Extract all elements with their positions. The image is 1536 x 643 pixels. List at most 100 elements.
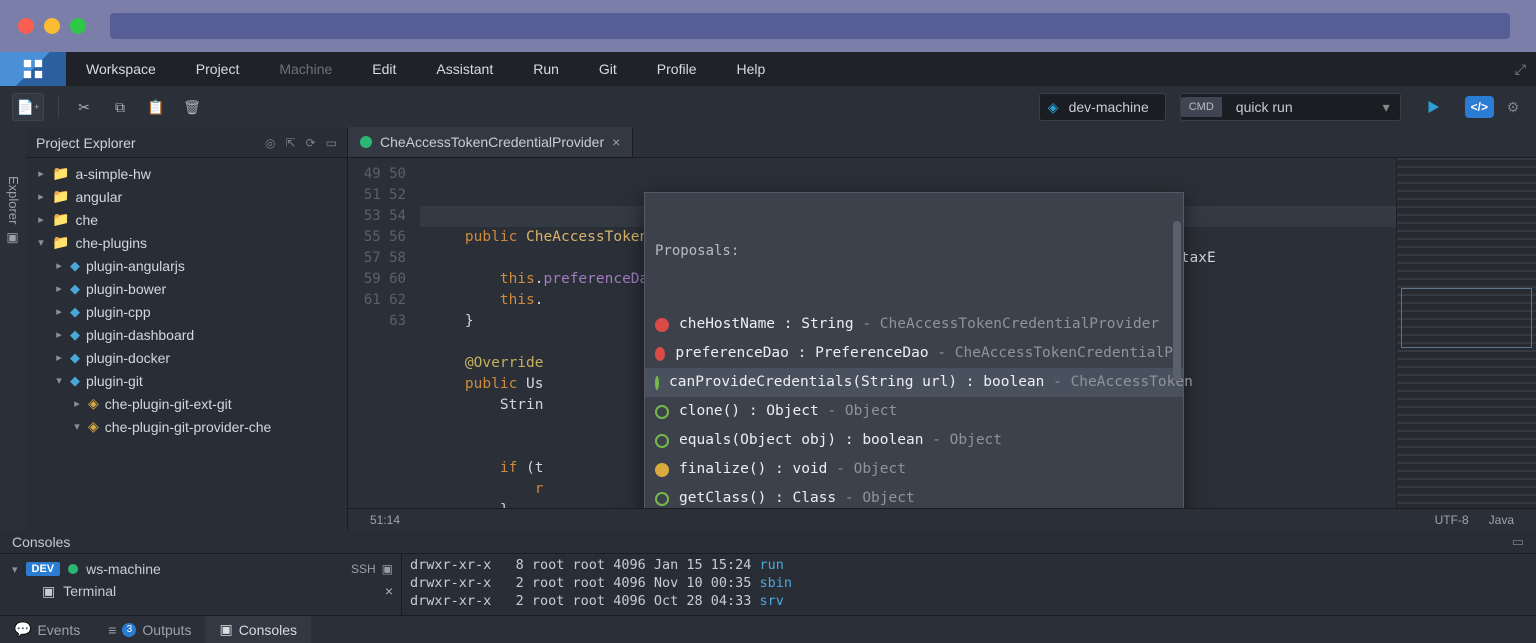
tab-events[interactable]: 💬 Events [0,616,94,643]
minimap[interactable] [1396,158,1536,508]
chevron-icon: ▾ [54,374,64,387]
code-toggle-button[interactable]: </> [1465,96,1494,118]
consoles-tree[interactable]: ▾ DEV ws-machine SSH▣ ▣ Terminal × [0,554,402,615]
tree-item[interactable]: ▸◆plugin-dashboard [26,323,347,346]
editor-tab-label: CheAccessTokenCredentialProvider [380,134,604,150]
minimap-viewport[interactable] [1401,288,1532,348]
menu-edit[interactable]: Edit [352,61,416,77]
tree-item[interactable]: ▸◆plugin-docker [26,346,347,369]
close-window-icon[interactable] [18,18,34,34]
tab-outputs[interactable]: ≡3Outputs [94,616,205,643]
titlebar-field [110,13,1510,39]
ssh-label[interactable]: SSH [351,562,376,576]
chevron-icon: ▸ [36,213,46,226]
copy-icon[interactable]: ⧉ [109,96,131,118]
tree-item[interactable]: ▸◆plugin-bower [26,277,347,300]
close-terminal-icon[interactable]: × [385,583,393,599]
project-explorer-header: Project Explorer ◎ ⇱ ⟳ ▭ [26,128,347,158]
proposal-kind-icon [655,347,665,361]
encoding-label[interactable]: UTF-8 [1425,513,1479,527]
proposal-item[interactable]: finalize() : void - Object [645,455,1183,484]
code-content[interactable]: public CheAccessTokenCredentialProvider(… [420,158,1396,508]
machine-selector[interactable]: ◈ dev-machine [1039,93,1166,121]
tree-label: che-plugins [75,235,147,251]
tree-label: che-plugin-git-provider-che [105,419,272,435]
maximize-window-icon[interactable] [70,18,86,34]
chevron-icon: ▸ [54,351,64,364]
tree-item[interactable]: ▸📁che [26,208,347,231]
class-icon [360,136,372,148]
chat-icon: 💬 [14,621,31,638]
project-explorer: Project Explorer ◎ ⇱ ⟳ ▭ ▸📁a-simple-hw▸📁… [26,128,348,530]
editor-tab[interactable]: CheAccessTokenCredentialProvider × [348,127,633,157]
tree-label: che-plugin-git-ext-git [105,396,232,412]
proposal-item[interactable]: canProvideCredentials(String url) : bool… [645,368,1183,397]
tree-item[interactable]: ▸◆plugin-cpp [26,300,347,323]
language-label[interactable]: Java [1479,513,1524,527]
settings-icon[interactable]: ⚙ [1502,96,1524,118]
menu-workspace[interactable]: Workspace [66,61,176,77]
locate-icon[interactable]: ◎ [265,136,275,150]
project-tree[interactable]: ▸📁a-simple-hw▸📁angular▸📁che▾📁che-plugins… [26,158,347,442]
fullscreen-icon[interactable]: ⤢ [1515,61,1536,78]
menu-profile[interactable]: Profile [637,61,717,77]
line-gutter: 49 50 51 52 53 54 55 56 57 58 59 60 61 6… [348,158,420,508]
proposal-item[interactable]: clone() : Object - Object [645,397,1183,426]
explorer-rail-icon: ▣ [6,230,21,245]
menu-help[interactable]: Help [716,61,785,77]
paste-icon[interactable]: 📋 [145,96,167,118]
proposal-item[interactable]: preferenceDao : PreferenceDao - CheAcces… [645,339,1183,368]
tree-item[interactable]: ▾◆plugin-git [26,369,347,392]
menu-run[interactable]: Run [513,61,579,77]
new-file-button[interactable]: 📄+ [12,93,44,121]
tree-item[interactable]: ▸📁a-simple-hw [26,162,347,185]
refresh-icon[interactable]: ⟳ [306,136,316,150]
cut-icon[interactable]: ✂ [73,96,95,118]
menu-git[interactable]: Git [579,61,637,77]
command-selector[interactable]: CMD quick run ▾ [1180,93,1401,121]
editor-tabs: CheAccessTokenCredentialProvider × [348,128,1536,158]
minimize-panel-icon[interactable]: ▭ [1512,534,1524,550]
folder-icon: 📁 [52,165,69,182]
app-logo-icon[interactable] [0,52,66,86]
terminal-output[interactable]: drwxr-xr-x 8 root root 4096 Jan 15 15:24… [402,554,1536,615]
tree-item[interactable]: ▾📁che-plugins [26,231,347,254]
panel-settings-icon[interactable]: ▭ [326,136,337,150]
tree-item[interactable]: ▸📁angular [26,185,347,208]
chevron-icon: ▸ [54,328,64,341]
bottom-tabs: 💬 Events ≡3Outputs ▣Consoles [0,615,1536,643]
package-icon: ◆ [70,373,80,389]
minimize-window-icon[interactable] [44,18,60,34]
menu-machine[interactable]: Machine [259,61,352,77]
consoles-machine-row[interactable]: ▾ DEV ws-machine SSH▣ [8,558,393,580]
autocomplete-popup[interactable]: Proposals: cheHostName : String - CheAcc… [644,192,1184,508]
tree-item[interactable]: ▾◈che-plugin-git-provider-che [26,415,347,438]
code-area[interactable]: 49 50 51 52 53 54 55 56 57 58 59 60 61 6… [348,158,1536,508]
tab-events-label: Events [37,622,80,638]
editor: CheAccessTokenCredentialProvider × 49 50… [348,128,1536,530]
run-button[interactable] [1415,93,1451,121]
chevron-icon: ▸ [54,305,64,318]
machine-label: ws-machine [86,561,161,577]
menu-assistant[interactable]: Assistant [416,61,513,77]
proposal-item[interactable]: cheHostName : String - CheAccessTokenCre… [645,310,1183,339]
chevron-down-icon: ▾ [12,563,18,576]
menu-project[interactable]: Project [176,61,260,77]
proposals-scrollbar[interactable] [1173,221,1181,508]
consoles-header: Consoles ▭ [0,530,1536,554]
consoles-title: Consoles [12,534,70,550]
close-tab-icon[interactable]: × [612,134,620,150]
ssh-terminal-icon[interactable]: ▣ [382,562,393,576]
proposal-item[interactable]: equals(Object obj) : boolean - Object [645,426,1183,455]
package-icon: ◆ [70,281,80,297]
proposal-item[interactable]: getClass() : Class - Object [645,484,1183,508]
collapse-all-icon[interactable]: ⇱ [286,136,296,150]
terminal-row[interactable]: ▣ Terminal × [8,580,393,602]
tree-item[interactable]: ▸◆plugin-angularjs [26,254,347,277]
tree-item[interactable]: ▸◈che-plugin-git-ext-git [26,392,347,415]
tree-label: plugin-bower [86,281,166,297]
tab-consoles[interactable]: ▣Consoles [205,616,311,643]
delete-icon[interactable]: 🗑 [181,96,203,118]
left-rail[interactable]: ▣Explorer [0,128,26,530]
cursor-position: 51:14 [360,513,410,527]
